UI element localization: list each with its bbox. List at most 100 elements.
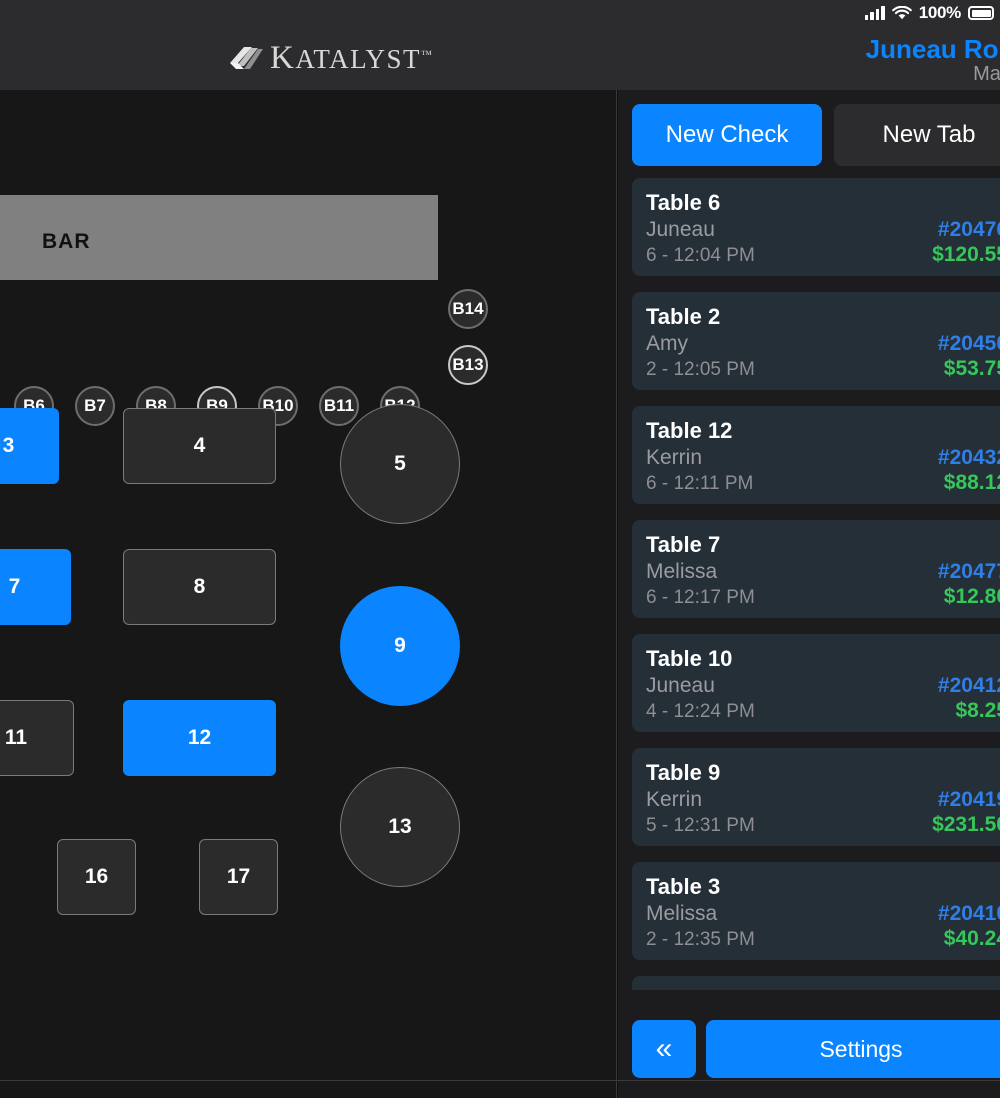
bar-seat-b13[interactable]: B13 — [448, 345, 488, 385]
bar-area-label: BAR — [42, 230, 91, 253]
bar-seat-b14[interactable]: B14 — [448, 289, 488, 329]
check-amount: $40.24 — [943, 927, 1000, 951]
table-shape-13[interactable]: 13 — [340, 767, 460, 887]
check-table-label: Table 3 — [646, 874, 721, 899]
check-guests-time: 6 - 12:04 PM — [646, 245, 755, 267]
check-table-label: Table 8 — [646, 987, 1000, 990]
check-server-row: Amy #20450 — [646, 331, 1000, 358]
check-number: #20477 — [937, 559, 1000, 583]
check-table-label: Table 6 — [646, 190, 721, 215]
new-tab-button[interactable]: New Tab — [834, 104, 1000, 166]
check-server-row: Kerrin #20419 — [646, 787, 1000, 814]
check-amount: $53.75 — [943, 357, 1000, 381]
table-shape-16[interactable]: 16 — [57, 839, 136, 915]
brand-wordmark: KATALYST™ — [270, 40, 433, 77]
check-table-label: Table 2 — [646, 304, 721, 329]
app-header: KATALYST™ Juneau Roland Manager — [0, 26, 1000, 90]
table-shape-9[interactable]: 9 — [340, 586, 460, 706]
check-amount: $120.55 — [932, 243, 1000, 267]
check-server-row: Juneau #20412 — [646, 673, 1000, 700]
checks-top-actions: New Check New Tab — [632, 104, 1000, 166]
check-amount: $8.25 — [955, 699, 1000, 723]
check-card[interactable]: Table 3Melissa #20410 2 - 12:35 PM $40.24 — [632, 862, 1000, 960]
table-shape-5[interactable]: 5 — [340, 404, 460, 524]
check-server-name: Juneau — [646, 217, 715, 241]
table-shape-8[interactable]: 8 — [123, 549, 276, 625]
check-number: #20419 — [937, 787, 1000, 811]
new-check-button[interactable]: New Check — [632, 104, 822, 166]
check-table-label: Table 12 — [646, 418, 733, 443]
checks-panel: New Check New Tab Table 6Juneau#204766 -… — [618, 90, 1000, 1098]
katalyst-logo-icon — [228, 44, 264, 74]
check-table-label: Table 9 — [646, 760, 721, 785]
app-screen: 100% KATALYST™ Juneau Roland Manager BAR — [0, 0, 1000, 1098]
table-shape-7[interactable]: 7 — [0, 549, 71, 625]
check-server-name: Amy — [646, 331, 688, 355]
check-number: #20476 — [937, 217, 1000, 241]
user-name-label: Juneau Roland — [865, 34, 1000, 64]
check-card[interactable]: Table 7Melissa #20477 6 - 12:17 PM $12.80 — [632, 520, 1000, 618]
check-server-name: Kerrin — [646, 787, 703, 811]
check-guests-time: 2 - 12:05 PM — [646, 359, 755, 381]
table-shape-11[interactable]: 11 — [0, 700, 74, 776]
table-shape-4[interactable]: 4 — [123, 408, 276, 484]
cellular-signal-icon — [864, 5, 885, 20]
check-server-row: Kerrin #20432 — [646, 445, 1000, 472]
brand-rest: ATALYST — [295, 44, 421, 74]
check-meta-row: 5 - 12:31 PM $231.50 — [646, 813, 1000, 839]
bar-seat-b7[interactable]: B7 — [75, 386, 115, 426]
bar-seat-b11[interactable]: B11 — [319, 386, 359, 426]
check-server-name: Kerrin — [646, 445, 703, 469]
bar-area-shape[interactable]: BAR — [0, 195, 438, 280]
check-meta-row: 6 - 12:11 PM $88.12 — [646, 471, 1000, 497]
check-guests-time: 6 - 12:11 PM — [646, 473, 754, 495]
check-guests-time: 2 - 12:35 PM — [646, 929, 755, 951]
check-amount: $231.50 — [932, 813, 1000, 837]
settings-button[interactable]: Settings — [706, 1020, 1000, 1078]
battery-percent-label: 100% — [918, 3, 962, 22]
check-meta-row: 6 - 12:17 PM $12.80 — [646, 585, 1000, 611]
check-meta-row: 4 - 12:24 PM $8.25 — [646, 699, 1000, 725]
check-server-row: Melissa #20477 — [646, 559, 1000, 586]
check-amount: $12.80 — [943, 585, 1000, 609]
check-number: #20432 — [937, 445, 1000, 469]
check-server-name: Melissa — [646, 901, 718, 925]
check-guests-time: 6 - 12:17 PM — [646, 587, 755, 609]
check-guests-time: 4 - 12:24 PM — [646, 701, 755, 723]
check-table-label: Table 10 — [646, 646, 733, 671]
brand-first-letter: K — [270, 40, 296, 76]
user-role-label: Manager — [973, 63, 1000, 85]
wifi-icon — [891, 5, 912, 21]
check-table-label: Table 7 — [646, 532, 721, 557]
open-checks-list[interactable]: Table 6Juneau#204766 - 12:04 PM$120.55Ta… — [632, 178, 1000, 990]
check-number: #20412 — [937, 673, 1000, 697]
check-card[interactable]: Table 9Kerrin #20419 5 - 12:31 PM $231.50 — [632, 748, 1000, 846]
table-shape-12[interactable]: 12 — [123, 700, 276, 776]
check-number: #20450 — [937, 331, 1000, 355]
check-card[interactable]: Table 10Juneau #20412 4 - 12:24 PM $8.25 — [632, 634, 1000, 732]
ios-status-bar: 100% — [0, 0, 1000, 26]
battery-full-icon — [968, 6, 994, 20]
chevron-double-left-icon[interactable]: « — [632, 1020, 696, 1078]
check-server-name: Melissa — [646, 559, 718, 583]
check-card[interactable]: Table 2Amy #20450 2 - 12:05 PM $53.75 — [632, 292, 1000, 390]
check-meta-row: 2 - 12:35 PM $40.24 — [646, 927, 1000, 953]
trademark-symbol: ™ — [420, 49, 434, 61]
check-guests-time: 5 - 12:31 PM — [646, 815, 755, 837]
current-user[interactable]: Juneau Roland Manager — [866, 34, 1000, 86]
check-server-name: Juneau — [646, 673, 715, 697]
check-card[interactable]: Table 8 — [632, 976, 1000, 990]
check-meta-row: 2 - 12:05 PM $53.75 — [646, 357, 1000, 383]
check-meta-row: 6 - 12:04 PM $120.55 — [646, 243, 1000, 269]
bottom-divider — [0, 1080, 1000, 1081]
check-number: #20410 — [937, 901, 1000, 925]
check-server-row: Juneau #20476 — [646, 217, 1000, 244]
check-card[interactable]: Table 12Kerrin #20432 6 - 12:11 PM $88.12 — [632, 406, 1000, 504]
check-server-row: Melissa #20410 — [646, 901, 1000, 928]
floor-plan-panel: BAR B6B7B8B9B10B11B12B14B13 345789111213… — [0, 90, 617, 1098]
checks-bottom-actions: « Settings — [632, 1020, 1000, 1078]
katalyst-logo: KATALYST™ — [228, 40, 433, 77]
table-shape-17[interactable]: 17 — [199, 839, 278, 915]
table-shape-3[interactable]: 3 — [0, 408, 59, 484]
check-card[interactable]: Table 6Juneau #20476 6 - 12:04 PM $120.55 — [632, 178, 1000, 276]
